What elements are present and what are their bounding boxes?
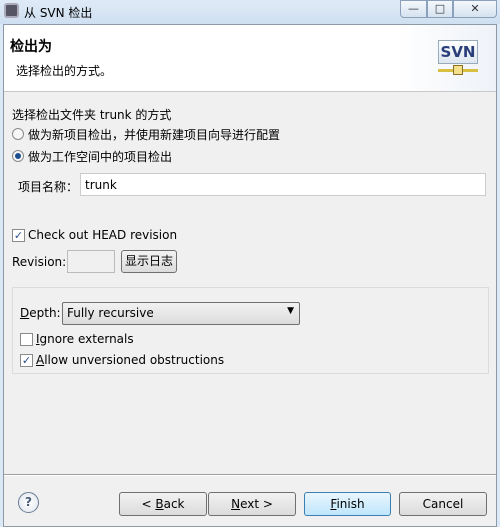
checkout-head-checkbox[interactable]: ✓ [12,229,25,242]
radio-workspace-label[interactable]: 做为工作空间中的项目检出 [28,148,172,165]
next-button[interactable]: Next > [208,492,296,516]
footer-divider [4,474,496,476]
checkout-method-heading: 选择检出文件夹 trunk 的方式 [12,108,172,122]
radio-workspace-project[interactable] [12,150,24,162]
revision-input[interactable] [67,250,115,273]
close-button[interactable]: ✕ [453,0,497,18]
minimize-button[interactable]: — [400,0,427,18]
ignore-externals-checkbox[interactable] [20,333,33,346]
help-icon[interactable]: ? [18,492,39,513]
allow-unversioned-label[interactable]: Allow unversioned obstructions [36,353,224,367]
ignore-externals-label[interactable]: Ignore externals [36,332,134,346]
svn-logo-icon: SVN [438,40,478,76]
page-subtitle: 选择检出的方式。 [16,64,113,78]
revision-label: Revision: [12,255,67,269]
app-icon [4,3,19,18]
dialog-body [3,24,497,527]
window-title: 从 SVN 检出 [24,6,93,20]
depth-select[interactable]: Fully recursive ▼ [62,302,300,325]
cancel-button[interactable]: Cancel [399,492,487,516]
page-title: 检出为 [10,39,52,55]
back-button[interactable]: < Back [119,492,207,516]
banner [4,25,496,92]
allow-unversioned-checkbox[interactable]: ✓ [20,354,33,367]
radio-new-project-label[interactable]: 做为新项目检出，并使用新建项目向导进行配置 [28,126,280,143]
radio-new-project[interactable] [12,128,24,140]
depth-label: Depth: [20,306,61,320]
chevron-down-icon: ▼ [287,306,294,316]
project-name-input[interactable]: trunk [80,173,486,196]
checkout-head-label[interactable]: Check out HEAD revision [28,228,177,242]
show-log-button[interactable]: 显示日志 [121,250,177,273]
finish-button[interactable]: Finish [304,492,391,516]
project-name-label: 项目名称： [18,180,79,194]
maximize-button[interactable]: □ [427,0,453,18]
